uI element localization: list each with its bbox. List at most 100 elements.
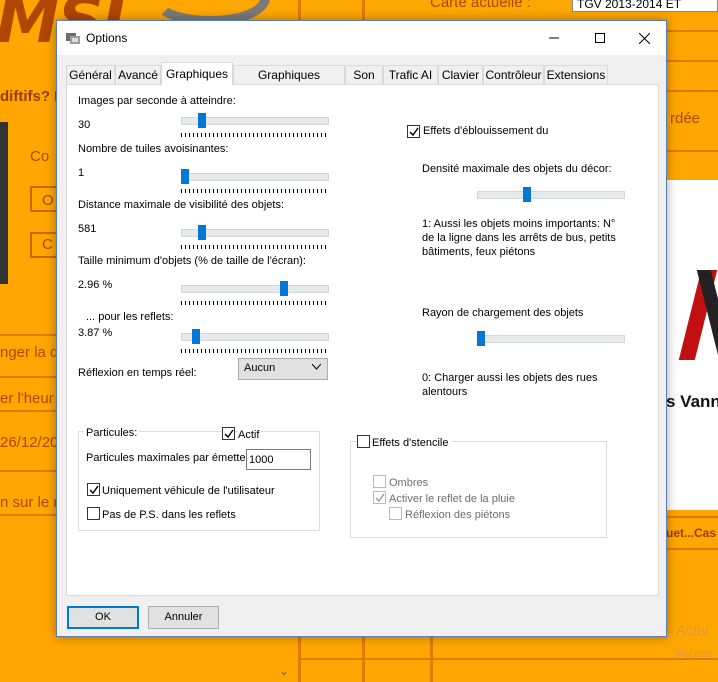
particles-active-label: Actif <box>238 429 262 441</box>
row-divider <box>664 548 718 550</box>
visibility-value: 581 <box>78 223 97 235</box>
chevron-down-icon <box>312 364 321 370</box>
visibility-label: Distance maximale de visibilité des obje… <box>78 199 285 211</box>
tiles-label: Nombre de tuiles avoisinantes: <box>78 143 229 155</box>
no-reflection-particles-label: Pas de P.S. dans les reflets <box>102 509 236 521</box>
tab-graphics-advanced[interactable]: Graphiques (avancé) <box>233 65 345 96</box>
bg-text: s Vann <box>666 392 718 411</box>
row-divider <box>664 30 718 32</box>
row-divider <box>664 60 718 62</box>
slider-thumb[interactable] <box>192 329 200 344</box>
activation-text: Access <box>676 648 712 660</box>
min-size-value: 2.96 % <box>78 279 113 291</box>
row-divider <box>0 514 60 516</box>
stencil-label: Effets d'stencile <box>372 437 451 449</box>
minimize-button[interactable] <box>531 21 577 55</box>
close-button[interactable] <box>621 21 667 55</box>
glare-checkbox[interactable] <box>407 125 420 138</box>
slider-thumb[interactable] <box>181 169 189 184</box>
graphics-panel: Images par seconde à atteindre: 30 Nombr… <box>66 84 659 596</box>
slider-thumb[interactable] <box>198 225 206 240</box>
maximize-button[interactable] <box>577 21 623 55</box>
checkmark-icon <box>409 127 419 137</box>
bg-text: Carte actuelle : <box>430 0 531 11</box>
load-radius-label: Rayon de chargement des objets <box>422 307 584 319</box>
glare-label: Effets d'éblouissement du <box>423 125 549 137</box>
user-vehicle-label: Uniquement véhicule de l'utilisateur <box>102 485 275 497</box>
tab-extensions[interactable]: Extensions <box>544 65 608 84</box>
visibility-slider[interactable] <box>181 225 329 249</box>
stencil-group <box>350 441 607 538</box>
fps-value: 30 <box>78 119 91 131</box>
realtime-reflection-select[interactable]: Aucun <box>238 358 328 380</box>
chevron-down-icon[interactable]: ⌄ <box>279 664 289 678</box>
row-divider <box>0 376 60 378</box>
tab-graphics[interactable]: Graphiques <box>161 62 233 85</box>
reflections-value: 3.87 % <box>78 327 113 339</box>
dialog-title: Options <box>86 31 128 45</box>
realtime-reflection-label: Réflexion en temps réel: <box>78 367 197 379</box>
options-dialog: Options Général Avancé Graphiques Graphi… <box>56 20 667 637</box>
tab-ai-traffic[interactable]: Trafic AI <box>383 65 438 84</box>
bg-text: rdée <box>670 110 701 127</box>
stencil-checkbox[interactable] <box>357 435 370 448</box>
particles-active-checkbox[interactable] <box>222 427 235 440</box>
tab-keyboard[interactable]: Clavier <box>438 65 483 84</box>
row-divider <box>300 658 718 660</box>
tab-general[interactable]: Général <box>66 65 115 84</box>
cancel-button[interactable]: Annuler <box>148 606 219 629</box>
row-divider <box>0 470 60 472</box>
app-icon <box>66 33 80 44</box>
row-divider <box>664 90 718 92</box>
shadows-checkbox[interactable] <box>373 475 386 488</box>
scenery-density-label: Densité maximale des objets du décor: <box>422 163 612 175</box>
load-radius-slider[interactable] <box>477 331 625 355</box>
tab-advanced[interactable]: Avancé <box>115 65 161 84</box>
checkmark-icon <box>375 493 385 503</box>
pedestrian-reflection-label: Réflexion des piétons <box>405 509 511 521</box>
minimize-icon <box>549 37 559 39</box>
max-particles-label: Particules maximales par émetteu <box>86 452 252 464</box>
min-size-slider[interactable] <box>181 281 329 305</box>
ok-button[interactable]: OK <box>67 606 139 629</box>
row-divider <box>0 334 60 336</box>
no-reflection-particles-checkbox[interactable] <box>87 507 100 520</box>
rain-reflection-label: Activer le reflet de la pluie <box>389 493 515 505</box>
activation-text: Activ <box>676 622 709 639</box>
bg-text: Co <box>30 148 50 165</box>
user-vehicle-checkbox[interactable] <box>87 483 100 496</box>
pedestrian-reflection-checkbox[interactable] <box>389 507 402 520</box>
max-particles-input[interactable] <box>246 449 311 470</box>
row-divider <box>0 410 60 412</box>
checkmark-icon <box>224 429 234 439</box>
title-bar[interactable]: Options <box>57 21 666 55</box>
rain-reflection-checkbox[interactable] <box>373 491 386 504</box>
slider-thumb[interactable] <box>198 113 206 128</box>
scenery-density-slider[interactable] <box>477 187 625 211</box>
particles-group-label: Particules: <box>84 427 140 439</box>
bg-text: er l'heur <box>0 390 54 407</box>
tiles-slider[interactable] <box>181 169 329 193</box>
tab-sound[interactable]: Son <box>345 65 383 84</box>
reflections-slider[interactable] <box>181 329 329 353</box>
realtime-reflection-value: Aucun <box>244 362 276 374</box>
slider-thumb[interactable] <box>477 331 485 346</box>
slider-thumb[interactable] <box>280 281 288 296</box>
close-icon <box>638 32 650 44</box>
fps-slider[interactable] <box>181 113 329 137</box>
maximize-icon <box>595 33 605 43</box>
map-select[interactable]: TGV 2013-2014 ET <box>572 0 718 12</box>
shadows-label: Ombres <box>389 477 429 489</box>
bg-text: nger la d <box>0 344 59 361</box>
bg-text: C <box>42 236 53 253</box>
reflections-label: ... pour les reflets: <box>86 311 174 323</box>
load-radius-desc: 0: Charger aussi les objets des rues ale… <box>422 372 598 398</box>
row-divider <box>664 150 718 152</box>
bg-text: 26/12/20 <box>0 434 59 451</box>
driver-photo <box>0 122 8 284</box>
tab-controller[interactable]: Contrôleur <box>483 65 544 84</box>
scenery-density-desc: 1: Aussi les objets moins importants: N°… <box>422 218 616 258</box>
tiles-value: 1 <box>78 167 85 179</box>
slider-thumb[interactable] <box>523 187 531 202</box>
bg-text: uet...Cas <box>666 526 717 540</box>
